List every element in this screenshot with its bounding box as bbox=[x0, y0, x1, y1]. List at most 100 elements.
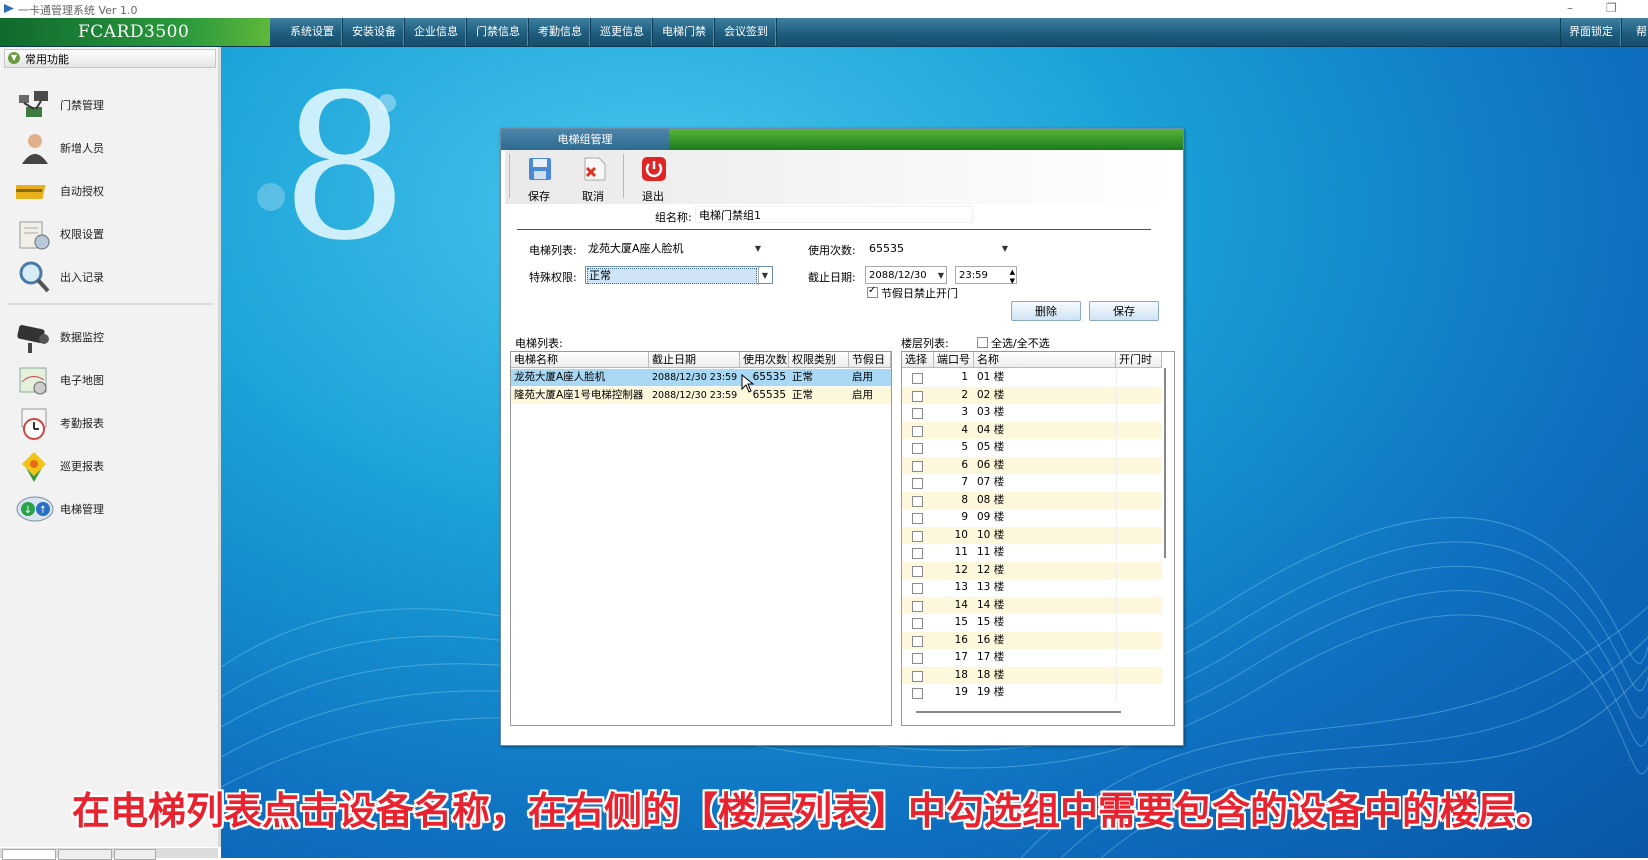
holiday-label: 节假日禁止开门 bbox=[881, 287, 958, 300]
col-header-use-count[interactable]: 使用次数 bbox=[740, 352, 789, 368]
floor-select-checkbox[interactable] bbox=[912, 530, 923, 542]
col-header-floor-name[interactable]: 名称 bbox=[974, 352, 1116, 368]
toolbar-save-button[interactable]: 保存 bbox=[515, 152, 563, 203]
floor-row[interactable]: 8 08 楼 bbox=[902, 491, 1162, 509]
holiday-checkbox[interactable] bbox=[867, 285, 878, 298]
menu-meeting-signin[interactable]: 会议签到 bbox=[716, 18, 777, 46]
use-count-select[interactable]: 65535 ▼ bbox=[866, 240, 1012, 258]
col-header-open-time[interactable]: 开门时 bbox=[1116, 352, 1162, 368]
floor-row[interactable]: 5 05 楼 bbox=[902, 439, 1162, 456]
floor-row[interactable]: 2 02 楼 bbox=[902, 386, 1162, 404]
sidebar-item-access-records[interactable]: 出入记录 bbox=[16, 257, 206, 297]
floor-select-checkbox[interactable] bbox=[912, 653, 923, 664]
deadline-date-picker[interactable]: 2088/12/30 ▼ bbox=[865, 266, 947, 284]
bottom-tab-3[interactable] bbox=[114, 849, 156, 860]
floor-row[interactable]: 15 15 楼 bbox=[902, 614, 1162, 631]
floor-select-checkbox[interactable] bbox=[912, 408, 923, 419]
floor-row[interactable]: 13 13 楼 bbox=[902, 579, 1162, 596]
sidebar-item-patrol-report[interactable]: 巡更报表 bbox=[16, 446, 206, 486]
menu-install-devices[interactable]: 安装设备 bbox=[344, 18, 405, 46]
sidebar-item-e-map[interactable]: 电子地图 bbox=[16, 360, 206, 400]
cell-port: 14 bbox=[954, 598, 968, 611]
special-permission-select[interactable]: 正常 ▼ bbox=[585, 266, 773, 285]
floor-select-checkbox[interactable] bbox=[912, 583, 923, 594]
floor-row[interactable]: 11 11 楼 bbox=[902, 544, 1162, 561]
floor-select-checkbox[interactable] bbox=[912, 513, 923, 524]
floor-select-checkbox[interactable] bbox=[912, 478, 923, 489]
sidebar-item-door-access[interactable]: 门禁管理 bbox=[16, 85, 206, 125]
bottom-tab-1[interactable] bbox=[2, 849, 56, 860]
floor-select-checkbox[interactable] bbox=[912, 390, 923, 402]
sidebar-item-add-person[interactable]: 新增人员 bbox=[16, 128, 206, 168]
select-all-checkbox[interactable] bbox=[977, 337, 988, 348]
col-header-deadline[interactable]: 截止日期 bbox=[649, 352, 740, 368]
floor-row[interactable]: 10 10 楼 bbox=[902, 526, 1162, 544]
deadline-time-spinner[interactable]: 23:59 ▲ ▼ bbox=[955, 266, 1017, 285]
group-name-input[interactable]: 电梯门禁组1 bbox=[695, 206, 973, 223]
floor-row[interactable]: 14 14 楼 bbox=[902, 596, 1162, 614]
floor-row[interactable]: 18 18 楼 bbox=[902, 666, 1162, 684]
menu-access-info[interactable]: 门禁信息 bbox=[468, 18, 529, 46]
toolbar-cancel-label: 取消 bbox=[582, 190, 604, 203]
floor-select-checkbox[interactable] bbox=[912, 635, 923, 647]
toolbar-exit-button[interactable]: 退出 bbox=[629, 152, 677, 203]
cell-open-time bbox=[1116, 386, 1162, 404]
cell-floor-name: 19 楼 bbox=[977, 686, 1005, 698]
menu-lock-ui[interactable]: 界面锁定 bbox=[1560, 18, 1622, 46]
sidebar-item-permission-settings[interactable]: 权限设置 bbox=[16, 214, 206, 254]
floor-select-checkbox[interactable] bbox=[912, 425, 923, 437]
col-header-port[interactable]: 端口号 bbox=[934, 352, 974, 368]
floor-select-checkbox[interactable] bbox=[912, 600, 923, 612]
menu-help[interactable]: 帮 bbox=[1628, 18, 1648, 46]
cell-deadline: 2088/12/30 23:59 bbox=[652, 372, 738, 383]
menu-elevator-access[interactable]: 电梯门禁 bbox=[654, 18, 715, 46]
cell-port: 13 bbox=[954, 581, 968, 593]
floor-row[interactable]: 16 16 楼 bbox=[902, 631, 1162, 649]
floor-select-checkbox[interactable] bbox=[912, 618, 923, 629]
spinner-down-icon[interactable]: ▼ bbox=[1010, 272, 1015, 290]
floor-select-checkbox[interactable] bbox=[912, 373, 923, 384]
col-header-permission-type[interactable]: 权限类别 bbox=[789, 352, 849, 368]
elevator-row-selected[interactable]: 龙苑大厦A座人脸机 2088/12/30 23:59 65535 正常 启用 bbox=[511, 369, 891, 386]
menu-attendance-info[interactable]: 考勤信息 bbox=[530, 18, 591, 46]
floor-select-checkbox[interactable] bbox=[912, 670, 923, 682]
elevator-row[interactable]: 隆苑大厦A座1号电梯控制器 2088/12/30 23:59 65535 正常 … bbox=[511, 387, 891, 404]
vertical-scrollbar[interactable] bbox=[1164, 368, 1166, 558]
col-header-elevator-name[interactable]: 电梯名称 bbox=[511, 352, 649, 368]
menu-company-info[interactable]: 企业信息 bbox=[406, 18, 467, 46]
floor-row[interactable]: 3 03 楼 bbox=[902, 404, 1162, 421]
form-divider bbox=[517, 229, 1151, 230]
floor-select-checkbox[interactable] bbox=[912, 548, 923, 559]
col-header-select[interactable]: 选择 bbox=[902, 352, 934, 368]
floor-select-checkbox[interactable] bbox=[912, 443, 923, 454]
floor-row[interactable]: 7 07 楼 bbox=[902, 474, 1162, 491]
floor-row[interactable]: 19 19 楼 bbox=[902, 684, 1162, 701]
horizontal-scrollbar[interactable] bbox=[916, 711, 1121, 713]
sidebar-item-auto-auth[interactable]: 自动授权 bbox=[16, 171, 206, 211]
delete-button[interactable]: 删除 bbox=[1011, 301, 1081, 321]
floor-row[interactable]: 1 01 楼 bbox=[902, 369, 1162, 386]
floor-select-checkbox[interactable] bbox=[912, 688, 923, 699]
floor-row[interactable]: 12 12 楼 bbox=[902, 561, 1162, 579]
sidebar-item-elevator-management[interactable]: ↓ ↑ 电梯管理 bbox=[16, 489, 206, 529]
col-header-holiday[interactable]: 节假日 bbox=[849, 352, 891, 368]
minimize-button[interactable]: – bbox=[1567, 1, 1573, 15]
floor-select-checkbox[interactable] bbox=[912, 565, 923, 577]
bottom-tab-2[interactable] bbox=[58, 849, 112, 860]
sidebar-header[interactable]: ▼ 常用功能 bbox=[4, 49, 216, 68]
floor-row[interactable]: 9 09 楼 bbox=[902, 509, 1162, 526]
restore-button[interactable]: ❐ bbox=[1606, 1, 1617, 15]
floor-row[interactable]: 4 04 楼 bbox=[902, 421, 1162, 439]
elevator-list-select[interactable]: 龙苑大厦A座人脸机 ▼ bbox=[585, 240, 765, 258]
dialog-title-tab[interactable]: 电梯组管理 bbox=[501, 129, 669, 150]
floor-select-checkbox[interactable] bbox=[912, 495, 923, 507]
menu-system-settings[interactable]: 系统设置 bbox=[282, 18, 343, 46]
sidebar-item-data-monitor[interactable]: 数据监控 bbox=[16, 317, 206, 357]
sidebar-item-attendance-report[interactable]: 考勤报表 bbox=[16, 403, 206, 443]
save-button[interactable]: 保存 bbox=[1089, 301, 1159, 321]
menu-patrol-info[interactable]: 巡更信息 bbox=[592, 18, 653, 46]
floor-select-checkbox[interactable] bbox=[912, 460, 923, 472]
floor-row[interactable]: 6 06 楼 bbox=[902, 456, 1162, 474]
floor-row[interactable]: 17 17 楼 bbox=[902, 649, 1162, 666]
toolbar-cancel-button[interactable]: 取消 bbox=[569, 152, 617, 203]
